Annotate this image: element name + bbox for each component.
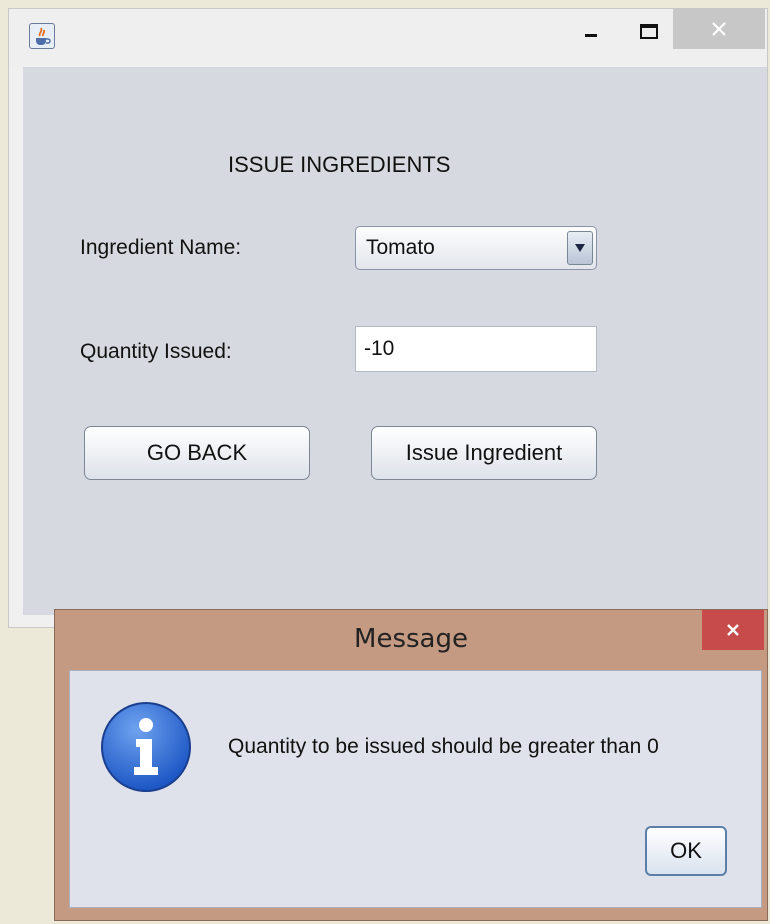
page-title: ISSUE INGREDIENTS [228,152,451,177]
maximize-icon [640,24,658,39]
ok-button[interactable]: OK [645,826,727,876]
quantity-issued-label: Quantity Issued: [80,340,232,363]
issue-ingredient-button[interactable]: Issue Ingredient [371,426,597,480]
ingredient-select-value: Tomato [366,236,435,259]
minimize-icon [585,34,597,37]
dialog-title[interactable]: Message [55,624,767,654]
main-window [8,8,768,628]
close-icon [727,624,739,636]
minimize-button[interactable] [569,15,613,49]
ingredient-name-label: Ingredient Name: [80,236,242,259]
window-titlebar[interactable] [9,9,767,67]
ingredient-select[interactable]: Tomato [355,226,597,270]
close-button[interactable] [673,9,765,49]
close-icon [712,22,726,36]
dialog-body: Quantity to be issued should be greater … [69,670,762,908]
go-back-button[interactable]: GO BACK [84,426,310,480]
java-cup-icon [29,23,55,49]
chevron-down-icon[interactable] [567,231,593,265]
information-icon [100,701,192,793]
dialog-close-button[interactable] [702,610,764,650]
maximize-button[interactable] [627,15,671,49]
dialog-message: Quantity to be issued should be greater … [228,735,659,758]
quantity-field[interactable]: -10 [355,326,597,372]
message-dialog: Message Quantity to be issued should be … [54,609,768,921]
